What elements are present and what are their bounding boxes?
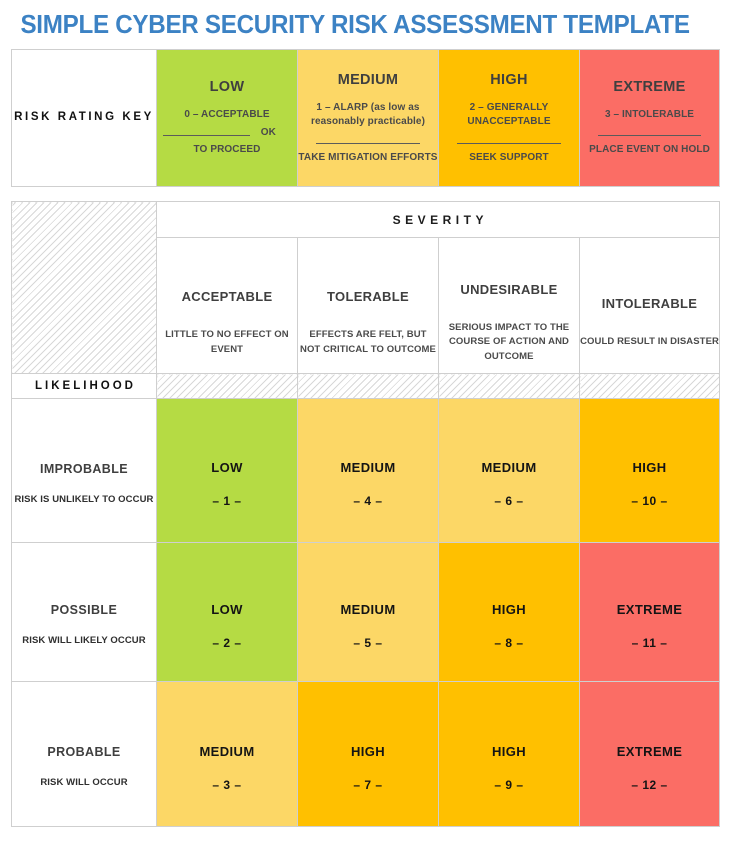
matrix-cell-10[interactable]: HIGH – 10 – [578, 398, 721, 543]
severity-col-acceptable: ACCEPTABLE LITTLE TO NO EFFECT ON EVENT [156, 237, 298, 374]
matrix-cell-label: HIGH [491, 743, 527, 759]
key-divider-high [457, 142, 561, 144]
matrix-cell-number: – 12 – [631, 777, 668, 792]
likelihood-row-possible: POSSIBLE RISK WILL LIKELY OCCUR [11, 542, 157, 682]
risk-assessment-page: SIMPLE CYBER SECURITY RISK ASSESSMENT TE… [0, 0, 730, 841]
matrix-cell-label: LOW [211, 601, 243, 617]
matrix-cell-number: – 9 – [494, 777, 524, 792]
risk-rating-key-table: RISK RATING KEY LOW 0 – ACCEPTABLE OK TO… [11, 49, 720, 187]
key-level-medium: MEDIUM [337, 71, 399, 88]
key-cell-low[interactable]: LOW 0 – ACCEPTABLE OK TO PROCEED [156, 49, 298, 187]
matrix-cell-label: EXTREME [616, 601, 683, 617]
likelihood-strip-row: LIKELIHOOD [11, 373, 721, 399]
table-row: IMPROBABLE RISK IS UNLIKELY TO OCCUR LOW… [11, 398, 721, 543]
table-row: POSSIBLE RISK WILL LIKELY OCCUR LOW – 2 … [11, 542, 721, 682]
severity-col-desc: COULD RESULT IN DISASTER [580, 336, 719, 348]
likelihood-row-name: IMPROBABLE [39, 461, 129, 476]
key-level-high: HIGH [490, 71, 528, 88]
key-level-extreme: EXTREME [613, 78, 686, 95]
matrix-cell-number: – 7 – [353, 777, 383, 792]
likelihood-spacer-4 [578, 373, 721, 399]
severity-col-name: TOLERABLE [327, 289, 409, 305]
matrix-cell-3[interactable]: MEDIUM – 3 – [156, 681, 298, 827]
matrix-cell-5[interactable]: MEDIUM – 5 – [297, 542, 439, 682]
matrix-corner-hatch [11, 201, 157, 374]
key-action-medium: TAKE MITIGATION EFFORTS [298, 151, 438, 163]
likelihood-row-desc: RISK IS UNLIKELY TO OCCUR [14, 493, 154, 505]
matrix-cell-number: – 10 – [631, 494, 668, 508]
likelihood-row-name: POSSIBLE [50, 603, 118, 618]
matrix-cell-number: – 11 – [631, 635, 668, 650]
matrix-cell-6[interactable]: MEDIUM – 6 – [438, 398, 580, 543]
severity-col-desc: SERIOUS IMPACT TO THE COURSE OF ACTION A… [448, 322, 570, 362]
risk-rating-key-label: RISK RATING KEY [11, 49, 157, 187]
matrix-cell-label: MEDIUM [481, 460, 537, 475]
table-row: PROBABLE RISK WILL OCCUR MEDIUM – 3 – HI… [11, 681, 721, 827]
likelihood-row-name: PROBABLE [47, 745, 121, 760]
matrix-cell-label: HIGH [632, 460, 667, 475]
matrix-cell-label: EXTREME [616, 743, 683, 759]
severity-col-name: ACCEPTABLE [181, 289, 273, 305]
key-action-high: SEEK SUPPORT [469, 151, 549, 163]
key-sub-low: 0 – ACCEPTABLE [184, 108, 270, 120]
key-action-extreme: PLACE EVENT ON HOLD [589, 144, 710, 156]
matrix-cell-label: MEDIUM [340, 460, 396, 475]
key-cell-high[interactable]: HIGH 2 – GENERALLY UNACCEPTABLE SEEK SUP… [438, 49, 580, 187]
matrix-cell-number: – 1 – [212, 494, 242, 508]
likelihood-row-probable: PROBABLE RISK WILL OCCUR [11, 681, 157, 827]
matrix-cell-number: – 4 – [353, 494, 383, 508]
likelihood-label: LIKELIHOOD [11, 373, 157, 399]
key-ok-note-low: OK [260, 127, 276, 139]
matrix-cell-8[interactable]: HIGH – 8 – [438, 542, 580, 682]
matrix-cell-1[interactable]: LOW – 1 – [156, 398, 298, 543]
matrix-cell-label: HIGH [491, 601, 527, 617]
matrix-cell-9[interactable]: HIGH – 9 – [438, 681, 580, 827]
matrix-cell-label: LOW [211, 460, 243, 475]
key-level-low: LOW [209, 78, 245, 95]
key-sub-medium: 1 – ALARP (as low as reasonably practica… [310, 101, 425, 128]
severity-col-desc: EFFECTS ARE FELT, BUT NOT CRITICAL TO OU… [299, 329, 436, 355]
severity-col-name: INTOLERABLE [601, 296, 698, 312]
likelihood-row-desc: RISK WILL OCCUR [40, 777, 128, 789]
likelihood-spacer-2 [297, 373, 439, 399]
matrix-cell-12[interactable]: EXTREME – 12 – [578, 681, 721, 827]
likelihood-spacer-3 [438, 373, 580, 399]
severity-banner-row: SEVERITY [11, 201, 721, 374]
severity-col-tolerable: TOLERABLE EFFECTS ARE FELT, BUT NOT CRIT… [297, 237, 439, 374]
matrix-cell-4[interactable]: MEDIUM – 4 – [297, 398, 439, 543]
risk-matrix-table: SEVERITY ACCEPTABLE LITTLE TO NO EFFECT … [11, 201, 721, 827]
matrix-cell-7[interactable]: HIGH – 7 – [297, 681, 439, 827]
key-action-low: TO PROCEED [193, 144, 261, 156]
matrix-cell-11[interactable]: EXTREME – 11 – [578, 542, 721, 682]
likelihood-spacer-1 [156, 373, 298, 399]
matrix-cell-number: – 8 – [494, 635, 524, 650]
key-sub-extreme: 3 – INTOLERABLE [604, 108, 695, 120]
key-cell-extreme[interactable]: EXTREME 3 – INTOLERABLE PLACE EVENT ON H… [579, 49, 720, 187]
likelihood-row-desc: RISK WILL LIKELY OCCUR [22, 635, 146, 647]
matrix-cell-label: MEDIUM [340, 601, 396, 617]
page-title: SIMPLE CYBER SECURITY RISK ASSESSMENT TE… [20, 9, 690, 39]
matrix-cell-number: – 6 – [494, 494, 524, 508]
key-divider-extreme [598, 135, 701, 137]
severity-col-name: UNDESIRABLE [460, 282, 558, 298]
key-sub-high: 2 – GENERALLY UNACCEPTABLE [467, 101, 551, 128]
severity-col-intolerable: INTOLERABLE COULD RESULT IN DISASTER [578, 237, 721, 374]
likelihood-row-improbable: IMPROBABLE RISK IS UNLIKELY TO OCCUR [11, 398, 157, 543]
table-row: RISK RATING KEY LOW 0 – ACCEPTABLE OK TO… [11, 49, 720, 187]
matrix-cell-number: – 3 – [212, 777, 242, 792]
matrix-cell-number: – 5 – [353, 635, 383, 650]
matrix-cell-label: MEDIUM [199, 743, 255, 759]
severity-col-desc: LITTLE TO NO EFFECT ON EVENT [165, 329, 289, 355]
key-divider-medium [316, 142, 420, 144]
matrix-cell-2[interactable]: LOW – 2 – [156, 542, 298, 682]
severity-banner: SEVERITY [155, 201, 721, 238]
key-divider-low: OK [163, 127, 276, 138]
matrix-cell-label: HIGH [350, 743, 386, 759]
severity-col-undesirable: UNDESIRABLE SERIOUS IMPACT TO THE COURSE… [438, 237, 580, 374]
key-cell-medium[interactable]: MEDIUM 1 – ALARP (as low as reasonably p… [297, 49, 439, 187]
matrix-cell-number: – 2 – [212, 635, 242, 650]
